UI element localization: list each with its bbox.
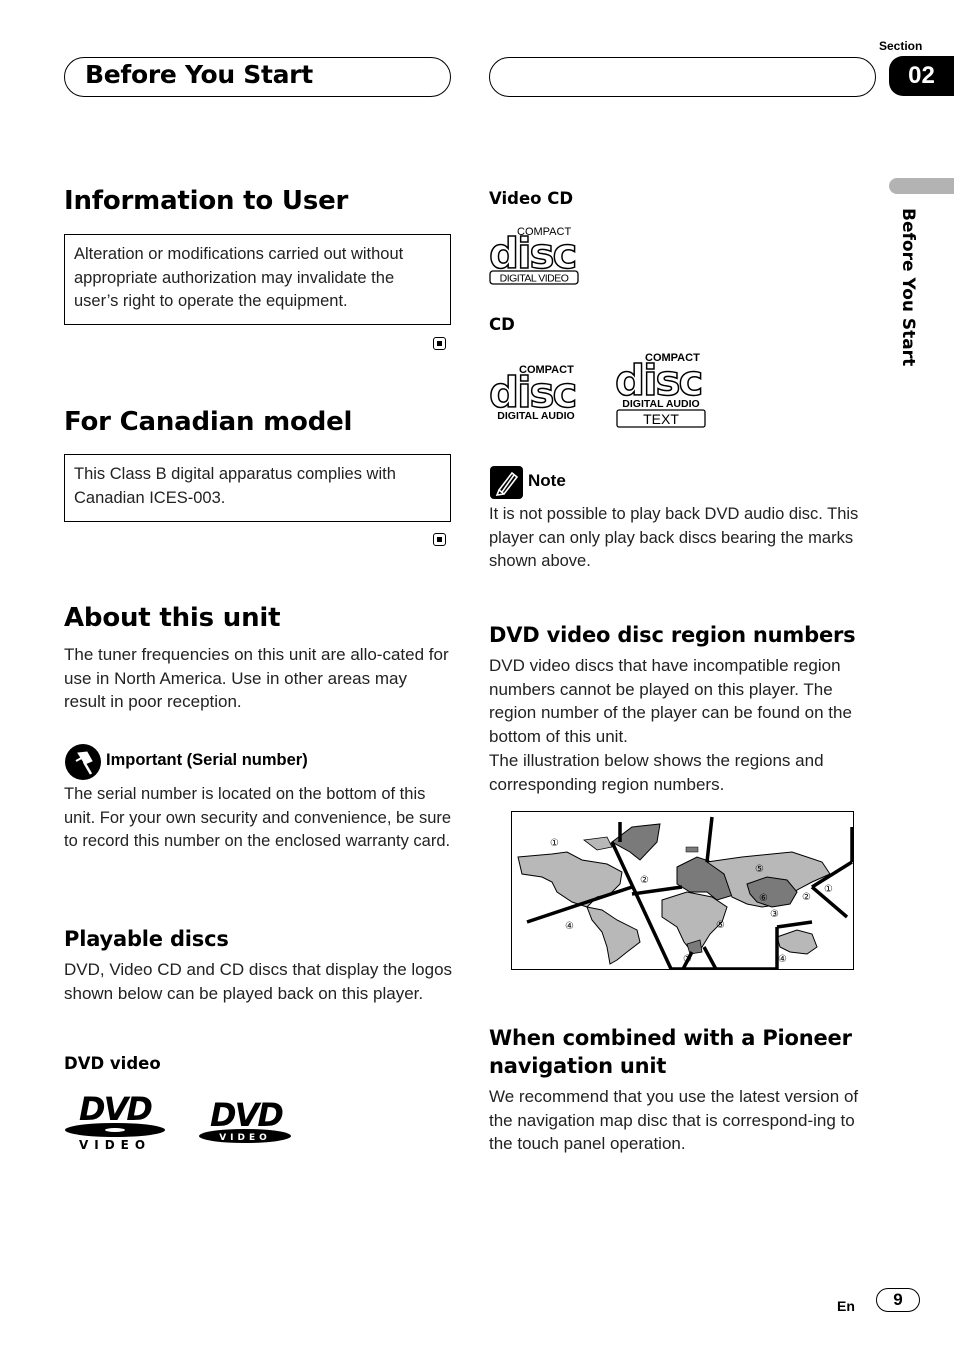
about-heading: About this unit [64,603,281,633]
map-label-region-5-africa: ⑤ [716,920,725,931]
svg-text:DIGITAL AUDIO: DIGITAL AUDIO [497,410,574,422]
canadian-heading: For Canadian model [64,407,353,437]
video-cd-label: Video CD [489,189,574,208]
region-south-america [586,906,641,965]
dvd-video-label: DVD video [64,1054,161,1073]
map-label-region-1-pacific: ① [824,884,833,895]
playable-heading: Playable discs [64,927,229,951]
map-label-region-6-china: ⑥ [759,893,768,904]
note-body: It is not possible to play back DVD audi… [489,505,859,571]
region-heading: DVD video disc region numbers [489,623,856,647]
svg-text:DVD: DVD [210,1096,283,1134]
compact-disc-digital-video-logo: COMPACT disc DIGITAL VIDEO [488,224,581,286]
dvd-logo-text: DVD [79,1090,152,1128]
side-tab-marker [889,178,954,194]
map-label-region-3-sea: ③ [770,909,779,920]
section-number-badge: 02 [889,56,954,96]
info-user-heading: Information to User [64,186,349,216]
map-label-region-1-americas: ① [550,838,559,849]
svg-text:TEXT: TEXT [643,411,679,427]
map-label-region-2-europe: ② [640,875,649,886]
section-label: Section [879,39,923,53]
compact-disc-text-logo: COMPACT disc DIGITAL AUDIO TEXT [614,350,709,432]
map-label-region-5-asia: ⑤ [755,864,764,875]
cd-label: CD [489,315,515,334]
page-number: 9 [876,1288,920,1312]
region-north-america [517,851,623,908]
svg-text:VIDEO: VIDEO [79,1138,151,1152]
compact-disc-digital-audio-logo: COMPACT disc DIGITAL AUDIO [488,362,584,422]
region-australia [776,929,818,955]
map-label-region-4-oceania: ④ [778,954,787,965]
note-title: Note [528,471,566,490]
dvd-region-world-map: ① ② ④ ⑤ ⑥ ③ ② ① ⑤ ② ④ [511,811,854,970]
important-title: Important (Serial number) [106,751,308,769]
header-title: Before You Start [85,60,313,89]
canadian-box: This Class B digital apparatus complies … [64,454,451,522]
map-label-region-2-japan: ② [802,892,811,903]
region-body-1: DVD video discs that have incompatible r… [489,656,852,747]
end-mark-icon [433,533,446,546]
about-body: The tuner frequencies on this unit are a… [64,645,449,712]
important-body: The serial number is located on the bott… [64,785,452,851]
language-label: En [837,1298,855,1314]
map-label-region-4-latam: ④ [565,921,574,932]
navigation-heading: When combined with a Pioneer navigation … [489,1026,852,1078]
playable-body: DVD, Video CD and CD discs that display … [64,960,453,1003]
side-tab-label: Before You Start [898,208,918,367]
map-label-region-2-south-africa: ② [683,954,692,965]
region-body-2: The illustration below shows the regions… [489,751,824,794]
svg-text:VIDEO: VIDEO [219,1133,271,1143]
end-mark-icon [433,337,446,350]
svg-text:DIGITAL VIDEO: DIGITAL VIDEO [500,273,569,285]
dvd-video-logo-1: DVD VIDEO [64,1090,166,1152]
info-user-box: Alteration or modifications carried out … [64,234,451,325]
pencil-note-icon [490,466,523,499]
header-right-pill [489,57,876,97]
svg-text:DIGITAL AUDIO: DIGITAL AUDIO [622,398,699,410]
pushpin-icon [65,744,101,780]
dvd-video-logo-2: DVD VIDEO [196,1096,296,1144]
navigation-body: We recommend that you use the latest ver… [489,1087,859,1154]
